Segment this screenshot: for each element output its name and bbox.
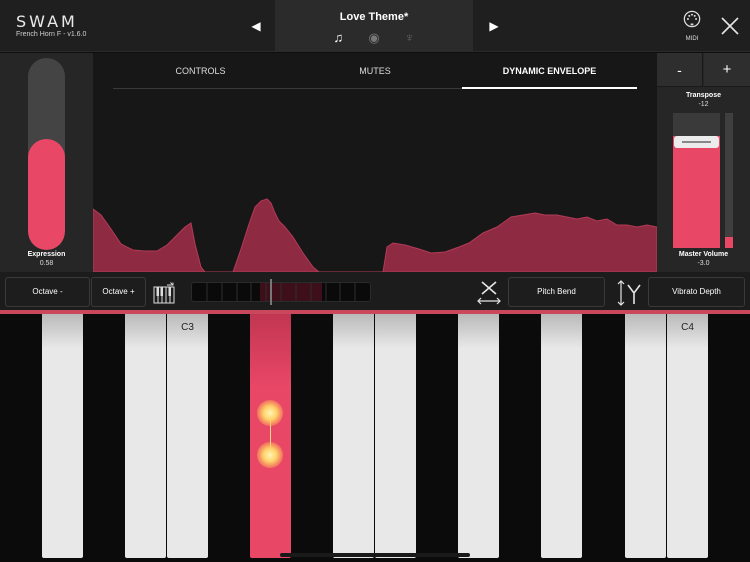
octave-down-button[interactable]: Octave - — [5, 277, 90, 307]
range-position-marker — [270, 279, 273, 305]
tab-dynamic-envelope[interactable]: DYNAMIC ENVELOPE — [462, 53, 637, 89]
key-label: C3 — [181, 322, 194, 333]
expression-slider[interactable] — [28, 58, 65, 250]
preset-name: Love Theme* — [339, 11, 409, 23]
white-key[interactable] — [625, 314, 666, 558]
expression-value: 0.58 — [39, 260, 54, 267]
next-preset-button[interactable]: ▶ — [484, 16, 504, 36]
white-key[interactable] — [125, 314, 166, 558]
keyboard-range-bar[interactable] — [191, 279, 371, 305]
center-panel: CONTROLS MUTES DYNAMIC ENVELOPE — [93, 53, 657, 272]
tab-controls[interactable]: CONTROLS — [113, 53, 288, 89]
keyboard-range-icon[interactable] — [153, 282, 175, 304]
preset-selector[interactable]: Love Theme* ♫ ◉ ♆ — [275, 0, 473, 52]
control-strip: Octave - Octave + Pitch Bend Vibrato Dep… — [0, 272, 750, 312]
round-badge-icon[interactable]: ◉ — [358, 30, 390, 46]
right-panel: - + Transpose -12 Master Volume -3.0 — [657, 53, 750, 272]
midi-label: MIDI — [685, 36, 699, 42]
white-key[interactable] — [333, 314, 374, 558]
previous-preset-button[interactable]: ◀ — [246, 16, 266, 36]
dynamic-envelope-graph — [93, 198, 657, 272]
close-icon[interactable] — [718, 14, 742, 38]
range-segment-dividers — [206, 283, 356, 301]
midi-button[interactable]: MIDI — [678, 10, 706, 46]
tab-bar: CONTROLS MUTES DYNAMIC ENVELOPE — [113, 53, 637, 89]
music-note-icon[interactable]: ♫ — [322, 30, 354, 45]
master-volume-handle[interactable] — [674, 135, 719, 148]
top-bar: SWAM French Horn F - v1.6.0 ◀ Love Theme… — [0, 0, 750, 52]
transpose-label: Transpose — [685, 92, 721, 99]
transpose-plus-button[interactable]: + — [704, 53, 750, 87]
touch-point-glow — [257, 400, 283, 426]
master-volume-fill — [673, 135, 720, 248]
pitch-bend-icon — [477, 281, 501, 305]
expression-label: Expression — [27, 251, 66, 258]
white-key[interactable] — [375, 314, 416, 558]
key-label: C4 — [681, 322, 694, 333]
transpose-minus-button[interactable]: - — [657, 53, 703, 87]
touch-point-glow — [257, 442, 283, 468]
instrument-version: French Horn F - v1.6.0 — [16, 31, 87, 38]
home-indicator[interactable] — [280, 553, 470, 557]
master-volume-value: -3.0 — [697, 260, 710, 267]
midi-connector-icon — [683, 10, 701, 28]
piano-keyboard: C3 C4 — [0, 314, 750, 562]
transpose-value: -12 — [698, 101, 709, 108]
white-key[interactable] — [541, 314, 582, 558]
octave-up-button[interactable]: Octave + — [91, 277, 146, 307]
level-meter-fill — [725, 237, 733, 248]
expression-panel: Expression 0.58 — [0, 53, 93, 272]
preset-icons: ♫ ◉ ♆ — [275, 30, 473, 46]
vibrato-depth-icon — [617, 280, 641, 306]
expression-fill — [28, 138, 65, 250]
brand-logo: SWAM — [16, 12, 78, 31]
level-meter — [725, 113, 733, 248]
master-volume-label: Master Volume — [678, 251, 729, 258]
white-key[interactable] — [42, 314, 83, 558]
white-key-c3[interactable]: C3 — [167, 314, 208, 558]
master-volume-slider[interactable] — [673, 113, 720, 248]
tuning-fork-icon[interactable]: ♆ — [394, 30, 426, 45]
white-key[interactable] — [458, 314, 499, 558]
vibrato-depth-button[interactable]: Vibrato Depth — [648, 277, 745, 307]
pitch-bend-button[interactable]: Pitch Bend — [508, 277, 605, 307]
white-key-c4[interactable]: C4 — [667, 314, 708, 558]
tab-mutes[interactable]: MUTES — [288, 53, 462, 89]
envelope-area — [93, 198, 657, 272]
